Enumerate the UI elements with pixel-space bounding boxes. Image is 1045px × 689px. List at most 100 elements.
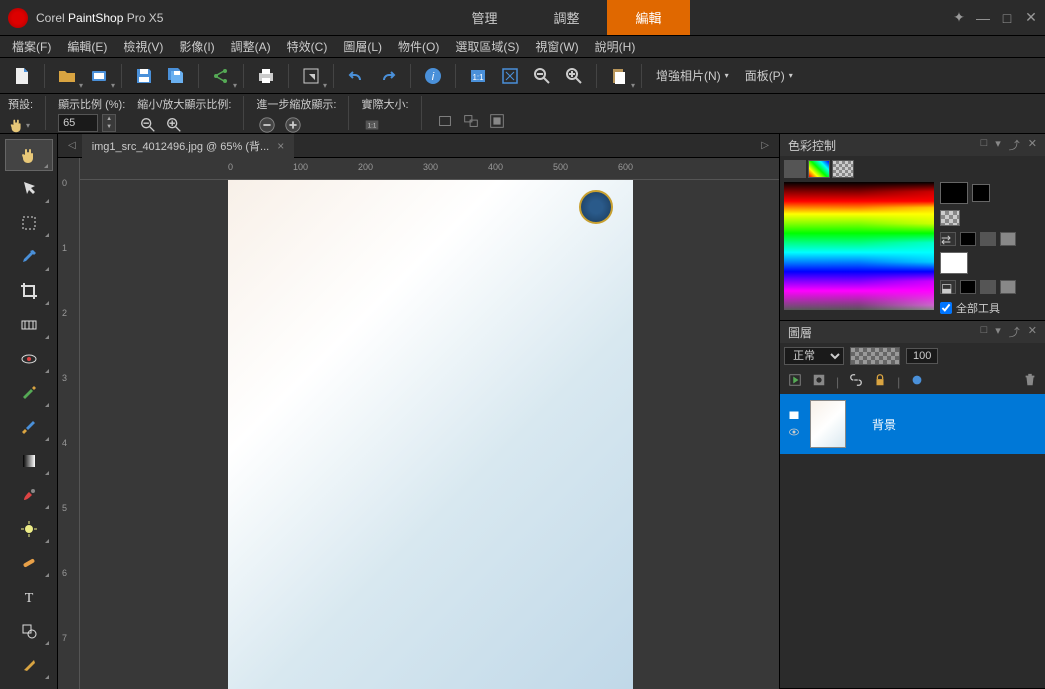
menu-edit[interactable]: 編輯(E) (59, 36, 115, 57)
launch-button[interactable]: ▾ (297, 62, 325, 90)
lighten-tool[interactable] (5, 513, 53, 545)
panels-button[interactable]: 面板(P)▾ (739, 63, 799, 88)
zoom-spinner[interactable]: ▲▼ (102, 114, 116, 132)
crop-tool[interactable] (5, 275, 53, 307)
fit-all-button[interactable] (460, 110, 482, 132)
pan-tool[interactable] (5, 139, 53, 171)
paintbrush-tool[interactable] (5, 411, 53, 443)
menu-adjust[interactable]: 調整(A) (223, 36, 279, 57)
gradient-tool[interactable] (5, 445, 53, 477)
healing-tool[interactable] (5, 547, 53, 579)
all-tools-checkbox[interactable]: 全部工具 (940, 300, 1041, 316)
makeover-tool[interactable] (5, 377, 53, 409)
layer-list: 背景 (780, 394, 1045, 454)
pen-tool[interactable] (5, 649, 53, 681)
menu-objects[interactable]: 物件(O) (390, 36, 447, 57)
color-mode-swatches[interactable] (832, 160, 854, 178)
color-mode-frame[interactable] (784, 160, 806, 178)
color-picker[interactable] (784, 182, 934, 310)
reset-icon[interactable]: ⬓ (940, 280, 956, 294)
zoom-input[interactable] (58, 114, 98, 132)
share-button[interactable]: ▾ (207, 62, 235, 90)
effects-layer-icon[interactable] (910, 373, 924, 390)
fit-window-button[interactable] (496, 62, 524, 90)
panel-undock-icon[interactable]: □ (981, 324, 988, 340)
color-mode-rainbow[interactable] (808, 160, 830, 178)
selection-tool[interactable] (5, 207, 53, 239)
menu-effects[interactable]: 特效(C) (279, 36, 336, 57)
window-buttons: ✦ — □ ✕ (953, 12, 1037, 24)
blend-mode-select[interactable]: 正常 (784, 347, 844, 365)
tab-next-icon[interactable]: ▷ (755, 140, 775, 151)
new-mask-icon[interactable] (812, 373, 826, 390)
new-file-button[interactable] (8, 62, 36, 90)
tab-adjust[interactable]: 調整 (525, 0, 607, 35)
panel-pin-icon[interactable]: ⤴ (1009, 324, 1020, 340)
redo-button[interactable] (374, 62, 402, 90)
instant-effects-icon[interactable]: ✦ (953, 12, 965, 24)
straighten-tool[interactable] (5, 309, 53, 341)
fit-screen-button[interactable] (434, 110, 456, 132)
visibility-icon[interactable] (786, 426, 802, 438)
vertical-ruler: 0 1 2 3 4 5 6 7 (58, 158, 80, 689)
info-button[interactable]: i (419, 62, 447, 90)
print-button[interactable] (252, 62, 280, 90)
pick-tool[interactable] (5, 173, 53, 205)
foreground-swatch[interactable] (940, 182, 968, 204)
transparent-swatch[interactable] (940, 210, 960, 226)
pan-preset-icon[interactable]: ▾ (8, 114, 30, 136)
panel-close-icon[interactable]: ✕ (1028, 137, 1037, 153)
layer-name[interactable]: 背景 (872, 416, 896, 433)
maximize-canvas-button[interactable] (486, 110, 508, 132)
link-layer-icon[interactable] (849, 373, 863, 390)
title-bar: Corel PaintShop Pro X5 管理 調整 編輯 ✦ — □ ✕ (0, 0, 1045, 36)
layer-item[interactable]: 背景 (780, 394, 1045, 454)
background-swatch[interactable] (940, 252, 968, 274)
menu-help[interactable]: 說明(H) (587, 36, 644, 57)
panel-undock-icon[interactable]: □ (981, 137, 988, 153)
redeye-tool[interactable] (5, 343, 53, 375)
menu-file[interactable]: 檔案(F) (4, 36, 59, 57)
opacity-value[interactable]: 100 (906, 348, 938, 364)
shape-tool[interactable] (5, 615, 53, 647)
save-all-button[interactable] (162, 62, 190, 90)
panel-menu-icon[interactable]: ▾ (995, 324, 1001, 340)
menu-view[interactable]: 檢視(V) (115, 36, 171, 57)
new-layer-icon[interactable] (788, 373, 802, 390)
actual-size-button[interactable]: 1:1 (464, 62, 492, 90)
minimize-icon[interactable]: — (977, 12, 989, 24)
enhance-photo-button[interactable]: 增強相片(N)▾ (650, 63, 735, 88)
lock-layer-icon[interactable] (873, 373, 887, 390)
menu-window[interactable]: 視窗(W) (527, 36, 586, 57)
text-tool[interactable]: T (5, 581, 53, 613)
panel-close-icon[interactable]: ✕ (1028, 324, 1037, 340)
menu-selection[interactable]: 選取區域(S) (447, 36, 527, 57)
maximize-icon[interactable]: □ (1001, 12, 1013, 24)
open-file-button[interactable]: ▾ (53, 62, 81, 90)
opacity-slider[interactable] (850, 347, 900, 365)
airbrush-tool[interactable] (5, 479, 53, 511)
zoom-out-button[interactable] (528, 62, 556, 90)
save-button[interactable] (130, 62, 158, 90)
foreground-swatch-2[interactable] (972, 184, 990, 202)
undo-button[interactable] (342, 62, 370, 90)
close-icon[interactable]: ✕ (1025, 12, 1037, 24)
scan-button[interactable]: ▾ (85, 62, 113, 90)
tab-prev-icon[interactable]: ◁ (62, 140, 82, 151)
menu-layers[interactable]: 圖層(L) (335, 36, 390, 57)
tab-edit[interactable]: 編輯 (607, 0, 689, 35)
actual-size-small-button[interactable]: 1:1 (361, 114, 383, 136)
panel-pin-icon[interactable]: ⤴ (1009, 137, 1020, 153)
swap-icon[interactable]: ⇄ (940, 232, 956, 246)
document-tab[interactable]: img1_src_4012496.jpg @ 65% (背... × (82, 134, 295, 158)
tab-manage[interactable]: 管理 (443, 0, 525, 35)
zoom-in-button[interactable] (560, 62, 588, 90)
preset-label: 預設: (8, 96, 33, 112)
delete-layer-icon[interactable] (1023, 373, 1037, 390)
menu-image[interactable]: 影像(I) (171, 36, 222, 57)
close-tab-icon[interactable]: × (277, 139, 284, 153)
canvas[interactable] (80, 180, 779, 689)
panel-menu-icon[interactable]: ▾ (995, 137, 1001, 153)
dropper-tool[interactable] (5, 241, 53, 273)
paste-button[interactable]: ▾ (605, 62, 633, 90)
